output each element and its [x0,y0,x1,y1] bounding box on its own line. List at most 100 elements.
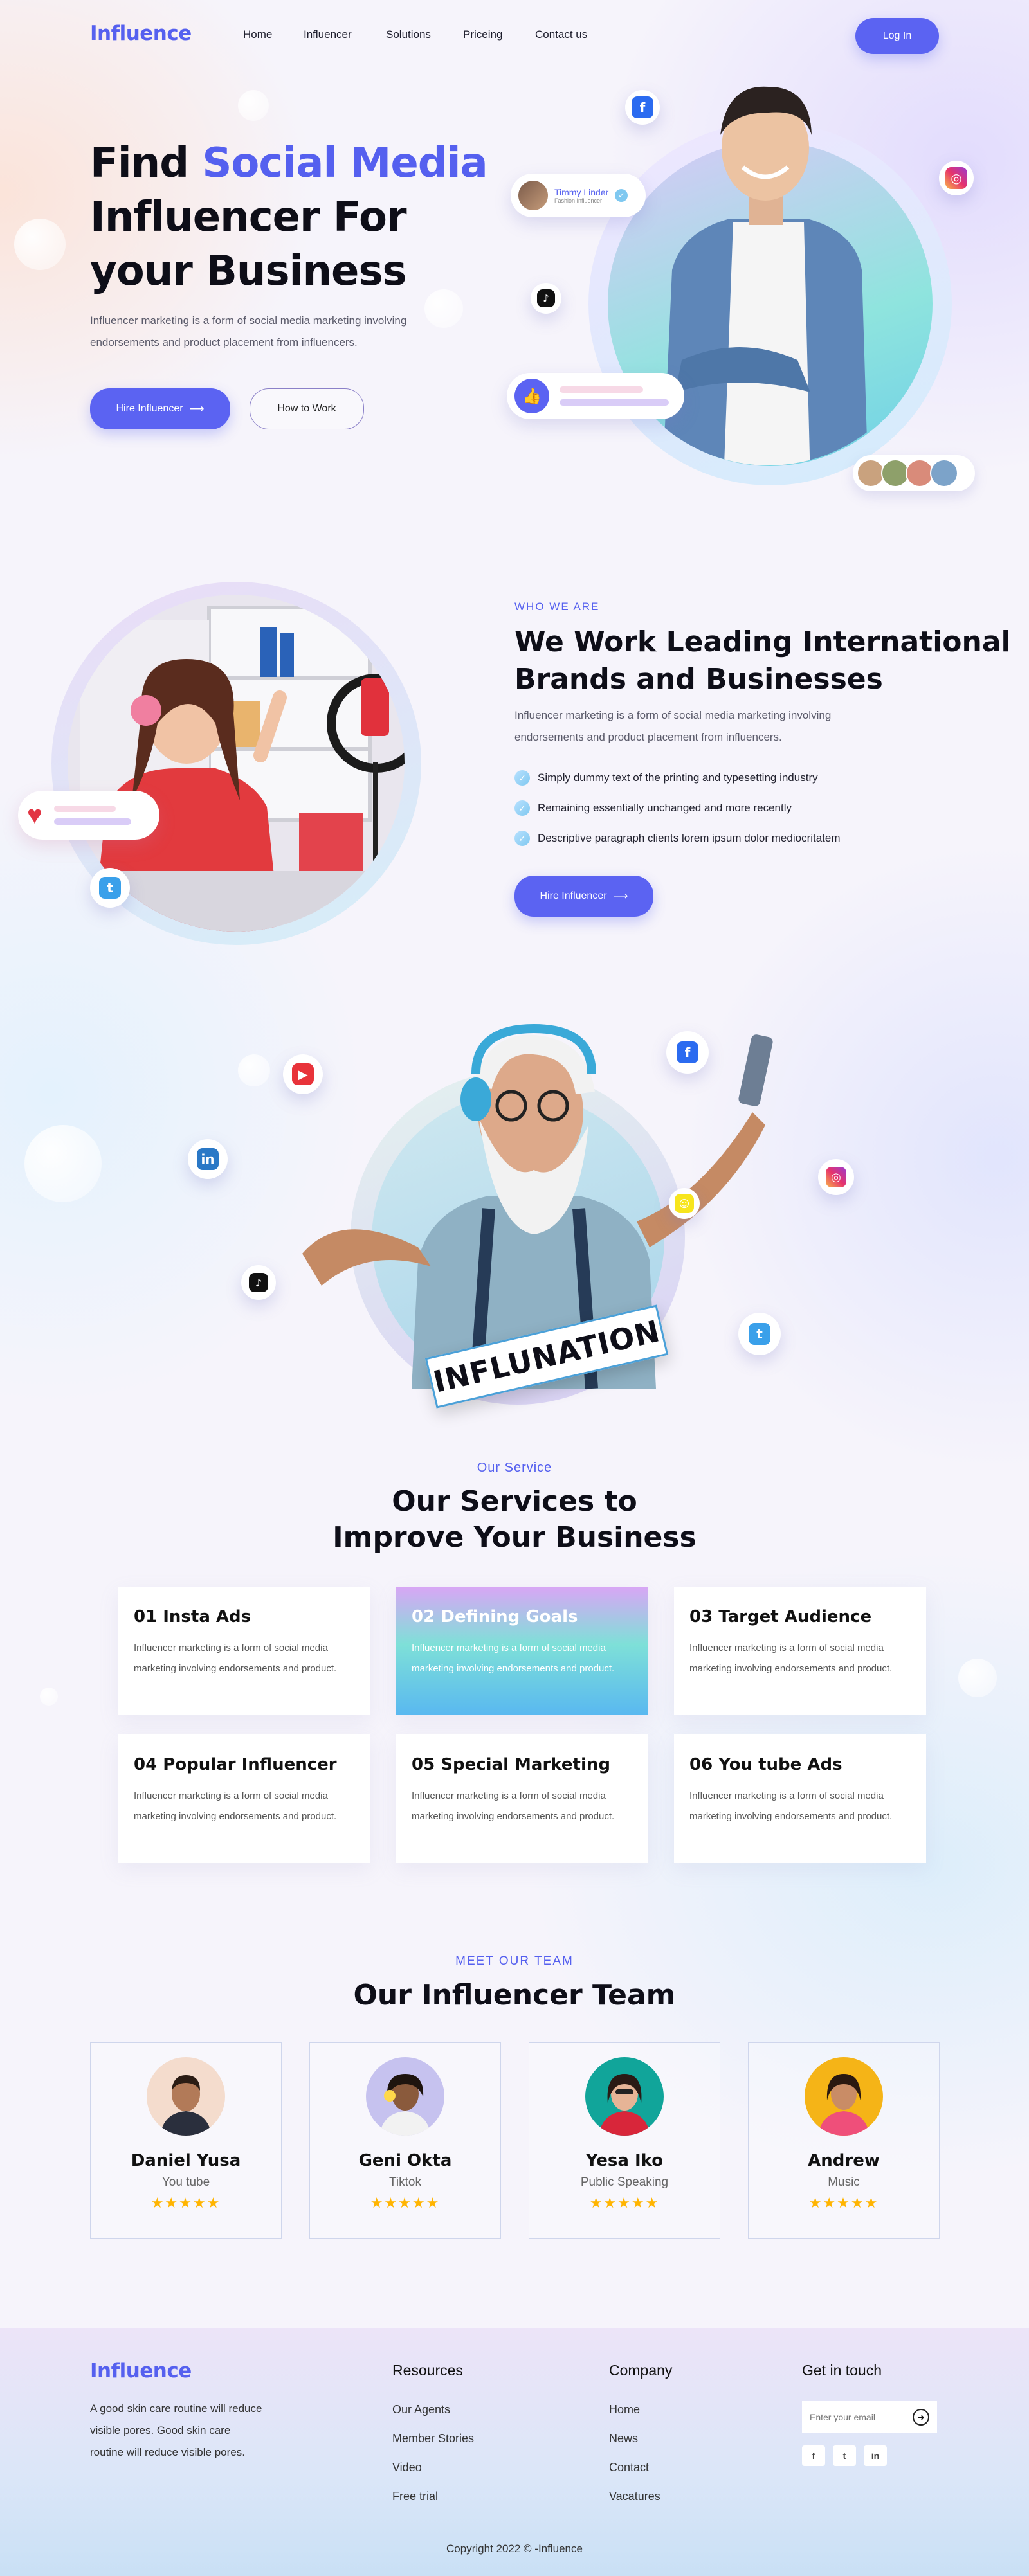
about-hire-label: Hire Influencer [540,890,607,901]
service-card-active[interactable]: 02 Defining Goals Influencer marketing i… [396,1587,648,1715]
footer-link-contact[interactable]: Contact [609,2461,649,2474]
service-title: Special Marketing [441,1755,610,1774]
profile-name: Timmy Linder [554,187,609,197]
rating-stars: ★★★★★ [589,2195,660,2211]
service-card[interactable]: 04 Popular Influencer Influencer marketi… [118,1734,370,1863]
tiktok-icon: ♪ [241,1265,276,1300]
service-number: 01 [134,1607,158,1626]
team-member-role: Public Speaking [580,2175,669,2189]
avatar [930,459,958,487]
logo[interactable]: Influence [90,22,192,45]
team-member-name: Yesa Iko [585,2151,664,2170]
footer-description: A good skin care routine will reduce vis… [90,2402,262,2458]
linkedin-icon[interactable]: in [864,2445,887,2466]
youtube-icon: ▶ [283,1054,323,1094]
like-card: 👍 [507,373,684,419]
nav-contact[interactable]: Contact us [535,28,587,41]
service-text: Influencer marketing is a form of social… [412,1643,615,1674]
team-member-name: Geni Okta [358,2151,452,2170]
service-card[interactable]: 05 Special Marketing Influencer marketin… [396,1734,648,1863]
decor-bubble [958,1659,997,1697]
team-card[interactable]: Andrew Music ★★★★★ [748,2042,940,2239]
snapchat-icon: ☺ [669,1188,700,1219]
linkedin-icon: in [188,1139,228,1179]
service-number: 04 [134,1755,158,1774]
nav-solutions[interactable]: Solutions [386,28,431,41]
thumbs-up-icon: 👍 [514,379,549,413]
footer-link-member-stories[interactable]: Member Stories [392,2432,474,2445]
footer-resources-title: Resources [392,2362,463,2379]
heart-icon: ♥ [27,800,42,829]
footer-logo[interactable]: Influence [90,2359,192,2382]
how-to-work-label: How to Work [277,403,336,414]
facebook-icon[interactable]: f [802,2445,825,2466]
copyright: Copyright 2022 © -Influence [446,2543,583,2555]
footer-link-free-trial[interactable]: Free trial [392,2490,438,2503]
team-card[interactable]: Daniel Yusa You tube ★★★★★ [90,2042,282,2239]
about-eyebrow: WHO WE ARE [514,600,600,613]
service-card[interactable]: 03 Target Audience Influencer marketing … [674,1587,926,1715]
rating-stars: ★★★★★ [150,2195,221,2211]
avatar [585,2057,664,2136]
follower-avatars [853,455,975,491]
hero-title-line2: Influencer For [90,194,407,241]
team-card[interactable]: Yesa Iko Public Speaking ★★★★★ [529,2042,720,2239]
nav-home[interactable]: Home [243,28,272,41]
rating-stars: ★★★★★ [808,2195,879,2211]
team-eyebrow: MEET OUR TEAM [455,1954,574,1968]
hero-description: Influencer marketing is a form of social… [90,314,407,348]
about-title-line2: Brands and Businesses [514,663,883,696]
footer-link-home[interactable]: Home [609,2403,640,2417]
email-input[interactable] [810,2412,906,2422]
twitter-icon[interactable]: t [833,2445,856,2466]
service-text: Influencer marketing is a form of social… [689,1643,893,1674]
decor-bubble [24,1125,102,1202]
about-bullet-text: Remaining essentially unchanged and more… [538,802,792,814]
profile-avatar [518,181,548,210]
arrow-right-icon: ⟶ [613,891,628,902]
about-bullet-text: Simply dummy text of the printing and ty… [538,771,818,784]
avatar [147,2057,225,2136]
footer-link-vacatures[interactable]: Vacatures [609,2490,660,2503]
rating-stars: ★★★★★ [370,2195,441,2211]
hero-title-line3: your Business [90,248,407,295]
verified-icon: ✓ [615,189,628,202]
avatar [366,2057,444,2136]
service-text: Influencer marketing is a form of social… [134,1790,337,1822]
decor-bubble [14,219,66,270]
decor-bubble [238,1054,270,1086]
arrow-right-icon: ⟶ [189,404,205,415]
footer-link-news[interactable]: News [609,2432,638,2445]
services-title: Our Services to Improve Your Business [0,1484,1029,1556]
nav-pricing[interactable]: Priceing [463,28,502,41]
nav-influencer[interactable]: Influencer [304,28,352,41]
how-to-work-button[interactable]: How to Work [250,388,364,429]
team-title: Our Influencer Team [353,1979,676,2012]
decor-bubble [238,90,269,121]
instagram-icon: ◎ [818,1159,854,1195]
hire-influencer-label: Hire Influencer [116,403,183,414]
twitter-icon: t [738,1313,781,1355]
service-card[interactable]: 06 You tube Ads Influencer marketing is … [674,1734,926,1863]
about-bullet: ✓ Descriptive paragraph clients lorem ips… [514,831,841,846]
check-icon: ✓ [514,800,530,816]
check-icon: ✓ [514,770,530,786]
submit-arrow-icon[interactable]: ➜ [913,2409,929,2426]
team-card[interactable]: Geni Okta Tiktok ★★★★★ [309,2042,501,2239]
service-text: Influencer marketing is a form of social… [689,1790,893,1822]
service-title: Defining Goals [441,1607,578,1626]
hire-influencer-button[interactable]: Hire Influencer ⟶ [90,388,230,429]
service-text: Influencer marketing is a form of social… [412,1790,615,1822]
service-title: Popular Influencer [163,1755,337,1774]
tiktok-icon: ♪ [531,283,561,314]
footer-link-video[interactable]: Video [392,2461,422,2474]
service-number: 02 [412,1607,435,1626]
about-hire-button[interactable]: Hire Influencer ⟶ [514,876,653,917]
hero-title-accent: Social Media [202,140,487,187]
about-description: Influencer marketing is a form of social… [514,709,832,743]
service-card[interactable]: 01 Insta Ads Influencer marketing is a f… [118,1587,370,1715]
team-member-name: Daniel Yusa [131,2151,241,2170]
footer-link-agents[interactable]: Our Agents [392,2403,450,2417]
login-button[interactable]: Log In [855,18,939,54]
instagram-icon: ◎ [939,161,974,195]
